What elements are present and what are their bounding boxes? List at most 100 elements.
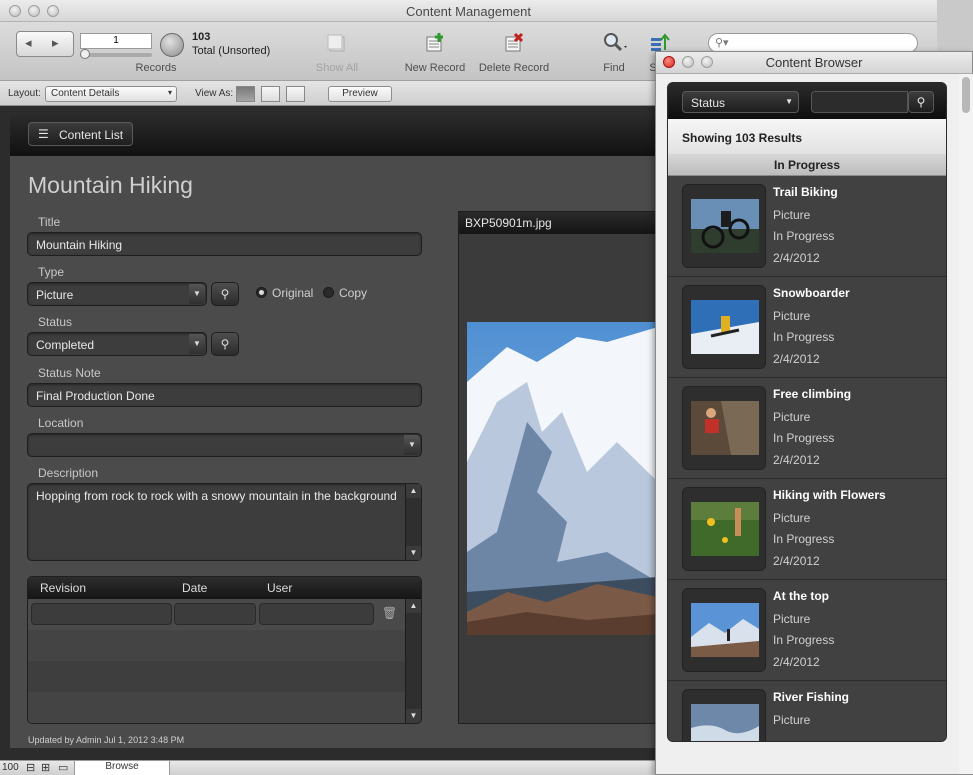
location-label: Location bbox=[38, 416, 84, 430]
item-name: Free climbing bbox=[773, 387, 852, 401]
magnifier-icon: ⚲ bbox=[220, 337, 230, 351]
close-window-button[interactable] bbox=[663, 56, 675, 68]
item-name: Snowboarder bbox=[773, 286, 850, 300]
description-textarea[interactable]: Hopping from rock to rock with a snowy m… bbox=[27, 483, 422, 561]
preview-button[interactable]: Preview bbox=[328, 86, 392, 102]
item-type: Picture bbox=[773, 511, 811, 525]
list-item[interactable]: Snowboarder Picture In Progress 2/4/2012 bbox=[668, 277, 946, 378]
chevron-down-icon: ▾ bbox=[167, 88, 172, 97]
thumbnail-frame bbox=[682, 487, 766, 571]
user-cell[interactable] bbox=[259, 603, 374, 625]
view-as-list-button[interactable] bbox=[261, 86, 280, 102]
next-record-icon[interactable]: ▸ bbox=[52, 35, 59, 51]
description-label: Description bbox=[38, 466, 99, 480]
original-radio[interactable] bbox=[256, 287, 267, 298]
item-name: River Fishing bbox=[773, 690, 850, 704]
item-type: Picture bbox=[773, 713, 811, 727]
revision-row[interactable]: 🗑 bbox=[28, 599, 406, 630]
title-field[interactable]: Mountain Hiking bbox=[27, 232, 422, 256]
magnifier-icon: ⚲ bbox=[220, 287, 230, 301]
status-label: Status bbox=[38, 315, 73, 329]
chevron-down-icon: ▼ bbox=[785, 97, 793, 106]
item-status: In Progress bbox=[773, 431, 835, 445]
scroll-down-icon[interactable]: ▼ bbox=[406, 546, 421, 560]
scroll-down-icon[interactable]: ▼ bbox=[406, 709, 421, 723]
zoom-out-icon[interactable]: ⊟ bbox=[26, 761, 35, 774]
status-dropdown[interactable]: Completed ▼ bbox=[27, 332, 207, 356]
record-count-status: Total (Unsorted) bbox=[192, 45, 271, 57]
view-as-form-button[interactable] bbox=[236, 86, 255, 102]
original-label: Original bbox=[272, 286, 314, 300]
item-name: Hiking with Flowers bbox=[773, 488, 886, 502]
find-magnifier-icon[interactable] bbox=[602, 32, 627, 54]
zoom-in-icon[interactable]: ⊞ bbox=[41, 761, 50, 774]
group-header: In Progress bbox=[668, 154, 946, 176]
updated-by-footer: Updated by Admin Jul 1, 2012 3:48 PM bbox=[28, 735, 185, 745]
view-as-table-button[interactable] bbox=[286, 86, 305, 102]
browser-search-input[interactable] bbox=[811, 91, 908, 113]
revisions-header: Revision Date User bbox=[28, 577, 421, 599]
user-column-header: User bbox=[267, 581, 293, 595]
free-climbing-thumbnail bbox=[691, 401, 759, 455]
scrollbar-thumb[interactable] bbox=[962, 77, 970, 113]
results-count: Showing 103 Results bbox=[668, 119, 946, 154]
new-record-icon[interactable] bbox=[424, 32, 446, 54]
scroll-up-icon[interactable]: ▲ bbox=[406, 484, 421, 498]
previous-record-icon[interactable]: ◂ bbox=[25, 35, 32, 51]
mode-indicator[interactable]: Browse bbox=[74, 761, 170, 775]
list-item[interactable]: Trail Biking Picture In Progress 2/4/201… bbox=[668, 176, 946, 277]
browser-header: Status ▼ ⚲ bbox=[668, 83, 946, 119]
type-value: Picture bbox=[36, 288, 74, 302]
record-nav-buttons[interactable]: ◂ ▸ bbox=[16, 31, 74, 57]
content-list-button[interactable]: ☰ Content List bbox=[28, 122, 133, 146]
browser-window-title: Content Browser bbox=[765, 55, 863, 70]
new-record-button[interactable]: New Record bbox=[400, 62, 470, 74]
type-dropdown[interactable]: Picture ▼ bbox=[27, 282, 207, 306]
item-date: 2/4/2012 bbox=[773, 655, 820, 669]
copy-radio[interactable] bbox=[323, 287, 334, 298]
item-type: Picture bbox=[773, 612, 811, 626]
current-record-field[interactable]: 1 bbox=[80, 33, 152, 49]
record-slider-knob[interactable] bbox=[80, 49, 90, 59]
layout-select[interactable]: Content Details ▾ bbox=[45, 86, 177, 102]
list-icon: ☰ bbox=[38, 127, 49, 141]
search-icon: ⚲▾ bbox=[715, 37, 729, 49]
content-list-label: Content List bbox=[59, 128, 124, 142]
record-slider[interactable] bbox=[80, 49, 152, 59]
revision-column-header: Revision bbox=[40, 581, 87, 595]
type-lookup-button[interactable]: ⚲ bbox=[211, 282, 239, 306]
layout-select-value: Content Details bbox=[51, 88, 120, 99]
zoom-level: 100 bbox=[2, 762, 19, 773]
date-cell[interactable] bbox=[174, 603, 256, 625]
zoom-window-button[interactable] bbox=[701, 56, 713, 68]
delete-record-icon[interactable] bbox=[503, 32, 525, 54]
filter-dropdown[interactable]: Status ▼ bbox=[682, 91, 799, 113]
revision-cell[interactable] bbox=[31, 603, 172, 625]
content-browser-window: Content Browser Status ▼ ⚲ Showing 103 R… bbox=[655, 51, 973, 775]
list-item[interactable]: River Fishing Picture bbox=[668, 681, 946, 741]
browser-scrollbar[interactable] bbox=[959, 74, 973, 774]
item-date: 2/4/2012 bbox=[773, 352, 820, 366]
show-all-button[interactable]: Show All bbox=[308, 62, 366, 74]
status-lookup-button[interactable]: ⚲ bbox=[211, 332, 239, 356]
browser-search-button[interactable]: ⚲ bbox=[908, 91, 934, 113]
find-button[interactable]: Find bbox=[596, 62, 632, 74]
minimize-window-button[interactable] bbox=[682, 56, 694, 68]
quick-find-input[interactable]: ⚲▾ bbox=[708, 33, 918, 53]
description-scrollbar[interactable]: ▲ ▼ bbox=[405, 484, 421, 560]
status-note-field[interactable]: Final Production Done bbox=[27, 383, 422, 407]
trash-icon[interactable]: 🗑 bbox=[382, 606, 397, 620]
delete-record-button[interactable]: Delete Record bbox=[474, 62, 554, 74]
list-item[interactable]: At the top Picture In Progress 2/4/2012 bbox=[668, 580, 946, 681]
scroll-up-icon[interactable]: ▲ bbox=[406, 599, 421, 613]
mountain-photo[interactable] bbox=[467, 322, 658, 635]
thumbnail-frame bbox=[682, 689, 766, 741]
toggle-toolbar-icon[interactable]: ▭ bbox=[58, 761, 68, 774]
revisions-scrollbar[interactable]: ▲ ▼ bbox=[405, 599, 421, 723]
location-dropdown[interactable]: ▼ bbox=[27, 433, 422, 457]
list-item[interactable]: Hiking with Flowers Picture In Progress … bbox=[668, 479, 946, 580]
revisions-portal: Revision Date User 🗑 ▲ ▼ bbox=[27, 576, 422, 724]
snowboarder-thumbnail bbox=[691, 300, 759, 354]
list-item[interactable]: Free climbing Picture In Progress 2/4/20… bbox=[668, 378, 946, 479]
show-all-icon[interactable] bbox=[326, 32, 348, 54]
